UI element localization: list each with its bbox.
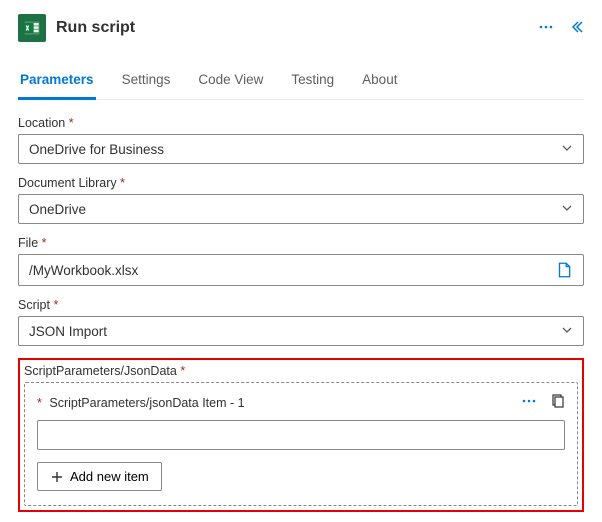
json-item-label: * ScriptParameters/jsonData Item - 1 — [37, 396, 245, 410]
script-value: JSON Import — [29, 324, 107, 339]
file-label: File * — [18, 236, 584, 250]
chevron-down-icon — [561, 324, 573, 339]
tab-settings[interactable]: Settings — [120, 64, 173, 100]
script-select[interactable]: JSON Import — [18, 316, 584, 346]
chevron-down-icon — [561, 142, 573, 157]
library-select[interactable]: OneDrive — [18, 194, 584, 224]
location-label: Location * — [18, 116, 584, 130]
copy-icon[interactable] — [549, 393, 565, 412]
tab-testing[interactable]: Testing — [289, 64, 336, 100]
location-select[interactable]: OneDrive for Business — [18, 134, 584, 164]
tab-parameters[interactable]: Parameters — [18, 64, 96, 100]
script-params-label: ScriptParameters/JsonData * — [24, 364, 578, 378]
json-item-input[interactable] — [37, 420, 565, 450]
tab-bar: Parameters Settings Code View Testing Ab… — [18, 64, 584, 100]
collapse-icon[interactable] — [568, 19, 584, 38]
file-value: /MyWorkbook.xlsx — [29, 263, 138, 278]
script-label: Script * — [18, 298, 584, 312]
file-input[interactable]: /MyWorkbook.xlsx — [18, 254, 584, 286]
library-value: OneDrive — [29, 202, 86, 217]
chevron-down-icon — [561, 202, 573, 217]
item-more-icon[interactable] — [521, 393, 537, 412]
add-button-label: Add new item — [70, 469, 149, 484]
file-picker-icon[interactable] — [555, 261, 573, 279]
library-label: Document Library * — [18, 176, 584, 190]
tab-about[interactable]: About — [360, 64, 399, 100]
highlight-annotation: ScriptParameters/JsonData * * ScriptPara… — [18, 358, 584, 512]
add-new-item-button[interactable]: Add new item — [37, 462, 162, 491]
card-title: Run script — [56, 19, 528, 37]
more-icon[interactable] — [538, 19, 554, 38]
excel-icon — [18, 14, 46, 42]
tab-code-view[interactable]: Code View — [196, 64, 265, 100]
location-value: OneDrive for Business — [29, 142, 164, 157]
